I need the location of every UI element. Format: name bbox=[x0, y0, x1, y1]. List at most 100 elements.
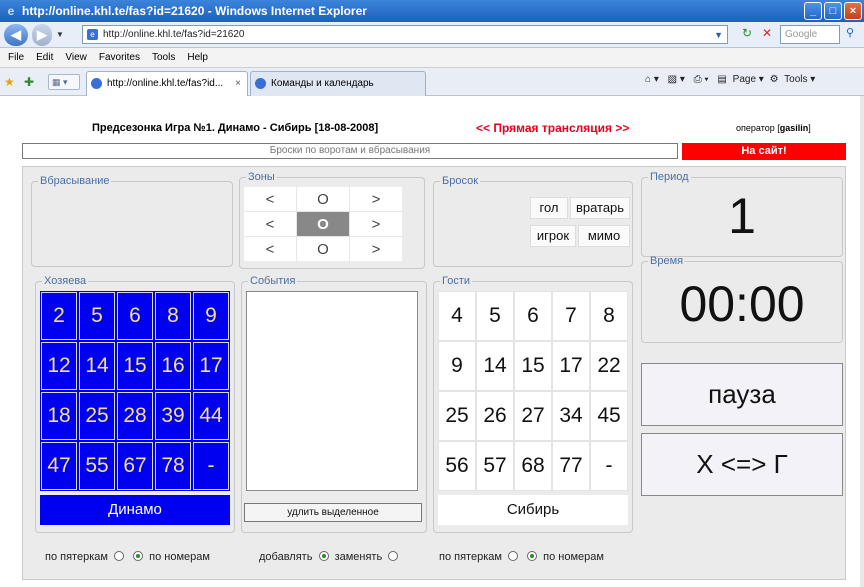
guest-player-button[interactable]: 6 bbox=[515, 292, 551, 340]
menu-favorites[interactable]: Favorites bbox=[99, 52, 140, 63]
menu-view[interactable]: View bbox=[65, 52, 87, 63]
live-broadcast-link[interactable]: << Прямая трансляция >> bbox=[476, 121, 629, 135]
guest-player-button[interactable]: 17 bbox=[553, 342, 589, 390]
guest-by-numbers-radio[interactable] bbox=[527, 551, 538, 561]
home-player-button[interactable]: 67 bbox=[117, 442, 153, 490]
stop-icon[interactable]: ✕ bbox=[762, 26, 772, 40]
guest-player-button[interactable]: 5 bbox=[477, 292, 513, 340]
guest-by-fives-radio[interactable] bbox=[508, 551, 518, 561]
home-player-button[interactable]: 12 bbox=[41, 342, 77, 390]
zone-3-right[interactable]: > bbox=[350, 237, 402, 261]
home-player-button[interactable]: 9 bbox=[193, 292, 229, 340]
page-menu[interactable]: Page bbox=[733, 74, 756, 85]
search-icon[interactable]: ⚲ bbox=[846, 26, 854, 39]
address-input[interactable]: e http://online.khl.te/fas?id=21620 ▼ bbox=[82, 25, 728, 44]
guest-player-button[interactable]: 34 bbox=[553, 392, 589, 440]
guest-player-button[interactable]: 77 bbox=[553, 442, 589, 490]
zone-2-right[interactable]: > bbox=[350, 212, 402, 236]
events-legend: События bbox=[250, 275, 296, 287]
guest-player-button[interactable]: 8 bbox=[591, 292, 627, 340]
home-player-button[interactable]: 55 bbox=[79, 442, 115, 490]
zone-1-right[interactable]: > bbox=[350, 187, 402, 211]
menu-tools[interactable]: Tools bbox=[152, 52, 175, 63]
minimize-button[interactable]: _ bbox=[804, 2, 822, 20]
guest-player-button[interactable]: 26 bbox=[477, 392, 513, 440]
history-dropdown-icon[interactable]: ▼ bbox=[56, 30, 64, 39]
home-player-button[interactable]: 44 bbox=[193, 392, 229, 440]
menu-help[interactable]: Help bbox=[187, 52, 208, 63]
pause-button[interactable]: пауза bbox=[641, 363, 843, 426]
guest-player-button[interactable]: 25 bbox=[439, 392, 475, 440]
home-by-fives-radio[interactable] bbox=[114, 551, 124, 561]
quick-tabs-icon[interactable]: ▦ ▾ bbox=[48, 74, 80, 90]
tools-menu[interactable]: Tools bbox=[784, 74, 807, 85]
home-player-button[interactable]: 5 bbox=[79, 292, 115, 340]
shot-miss-button[interactable]: мимо bbox=[578, 225, 630, 247]
guest-player-button[interactable]: 57 bbox=[477, 442, 513, 490]
tab-close-icon[interactable]: × bbox=[235, 72, 241, 95]
page-content: Предсезонка Игра №1. Динамо - Сибирь [18… bbox=[0, 96, 864, 587]
close-button[interactable]: × bbox=[844, 2, 862, 20]
menu-file[interactable]: File bbox=[8, 52, 24, 63]
add-radio[interactable] bbox=[318, 551, 329, 561]
guest-player-button[interactable]: 15 bbox=[515, 342, 551, 390]
zone-1-center[interactable]: O bbox=[297, 187, 349, 211]
home-player-button[interactable]: 6 bbox=[117, 292, 153, 340]
home-player-button[interactable]: 18 bbox=[41, 392, 77, 440]
shot-goalie-button[interactable]: вратарь bbox=[570, 197, 630, 219]
home-player-button[interactable]: 14 bbox=[79, 342, 115, 390]
guest-player-button[interactable]: 7 bbox=[553, 292, 589, 340]
refresh-icon[interactable]: ↻ bbox=[742, 26, 752, 40]
menu-edit[interactable]: Edit bbox=[36, 52, 53, 63]
print-icon[interactable]: ⎙ ▾ bbox=[694, 74, 709, 85]
home-by-numbers-radio[interactable] bbox=[133, 551, 144, 561]
home-player-button[interactable]: 17 bbox=[193, 342, 229, 390]
maximize-button[interactable]: □ bbox=[824, 2, 842, 20]
replace-radio[interactable] bbox=[388, 551, 399, 561]
events-list[interactable] bbox=[246, 291, 418, 491]
home-player-button[interactable]: 39 bbox=[155, 392, 191, 440]
home-player-button[interactable]: 78 bbox=[155, 442, 191, 490]
guest-player-button[interactable]: 9 bbox=[439, 342, 475, 390]
tools-gear-icon[interactable]: ⚙ bbox=[770, 74, 779, 85]
home-player-button[interactable]: 15 bbox=[117, 342, 153, 390]
back-icon[interactable]: ◀ bbox=[4, 23, 28, 46]
guest-player-button[interactable]: 56 bbox=[439, 442, 475, 490]
home-player-button[interactable]: 47 bbox=[41, 442, 77, 490]
home-player-button[interactable]: - bbox=[193, 442, 229, 490]
shot-player-button[interactable]: игрок bbox=[530, 225, 576, 247]
home-player-button[interactable]: 25 bbox=[79, 392, 115, 440]
guest-player-button[interactable]: 45 bbox=[591, 392, 627, 440]
guest-player-button[interactable]: 4 bbox=[439, 292, 475, 340]
address-dropdown-icon[interactable]: ▼ bbox=[714, 27, 723, 44]
guest-player-button[interactable]: 27 bbox=[515, 392, 551, 440]
home-player-button[interactable]: 16 bbox=[155, 342, 191, 390]
feeds-icon[interactable]: ▧ ▾ bbox=[668, 74, 685, 85]
guest-player-button[interactable]: 22 bbox=[591, 342, 627, 390]
home-player-button[interactable]: 8 bbox=[155, 292, 191, 340]
shot-goal-button[interactable]: гол bbox=[530, 197, 568, 219]
zone-3-left[interactable]: < bbox=[244, 237, 296, 261]
home-player-button[interactable]: 2 bbox=[41, 292, 77, 340]
zone-1-left[interactable]: < bbox=[244, 187, 296, 211]
swap-teams-button[interactable]: Х <=> Г bbox=[641, 433, 843, 496]
to-site-button[interactable]: На сайт! bbox=[682, 143, 846, 160]
tab-current[interactable]: http://online.khl.te/fas?id... × bbox=[86, 71, 248, 96]
home-player-button[interactable]: 28 bbox=[117, 392, 153, 440]
vertical-scrollbar[interactable] bbox=[860, 96, 864, 587]
forward-icon[interactable]: ▶ bbox=[32, 23, 52, 46]
zone-3-center[interactable]: O bbox=[297, 237, 349, 261]
add-favorite-icon[interactable]: ✚ bbox=[24, 75, 34, 89]
guest-player-button[interactable]: 14 bbox=[477, 342, 513, 390]
time-group: Время 00:00 bbox=[641, 255, 843, 343]
zone-2-left[interactable]: < bbox=[244, 212, 296, 236]
favorites-star-icon[interactable]: ★ bbox=[4, 75, 15, 89]
delete-selected-button[interactable]: удлить выделенное bbox=[244, 503, 422, 522]
home-icon[interactable]: ⌂ ▾ bbox=[645, 74, 659, 85]
guest-player-button[interactable]: - bbox=[591, 442, 627, 490]
search-input[interactable]: Google bbox=[780, 25, 840, 44]
tab-teams-calendar[interactable]: Команды и календарь bbox=[250, 71, 426, 96]
zone-2-center[interactable]: O bbox=[297, 212, 349, 236]
guest-player-button[interactable]: 68 bbox=[515, 442, 551, 490]
page-menu-icon[interactable]: ▤ bbox=[717, 74, 726, 85]
